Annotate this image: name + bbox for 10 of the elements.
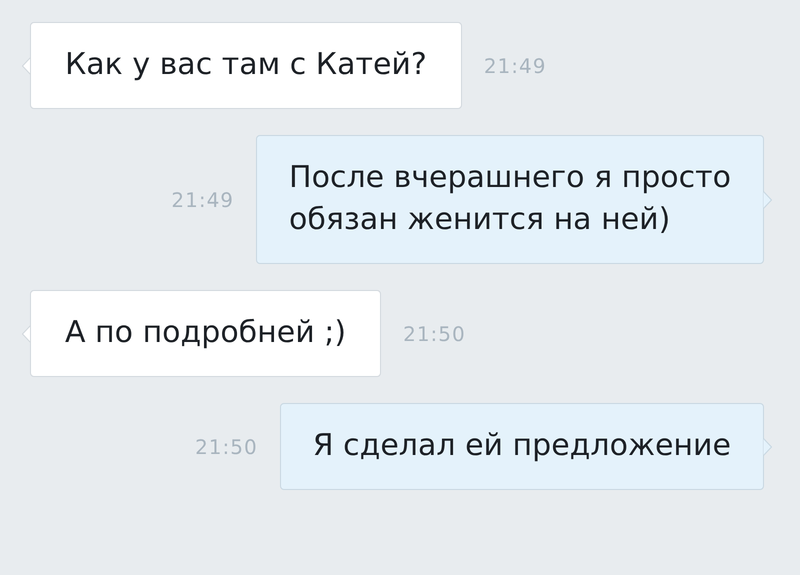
message-time: 21:49 — [171, 188, 234, 212]
received-message: А по подробней ;) — [30, 290, 382, 377]
sent-message: После вчерашнего я просто обязан женится на ней) — [256, 135, 764, 264]
sent-message: Я сделал ей предложение — [280, 403, 764, 490]
received-message: Как у вас там с Катей? — [30, 22, 462, 109]
bubble-tail — [763, 438, 772, 456]
message-time: 21:49 — [484, 54, 546, 78]
message-time: 21:50 — [195, 434, 258, 458]
bubble-tail — [763, 190, 772, 208]
message-time: 21:50 — [403, 322, 466, 346]
